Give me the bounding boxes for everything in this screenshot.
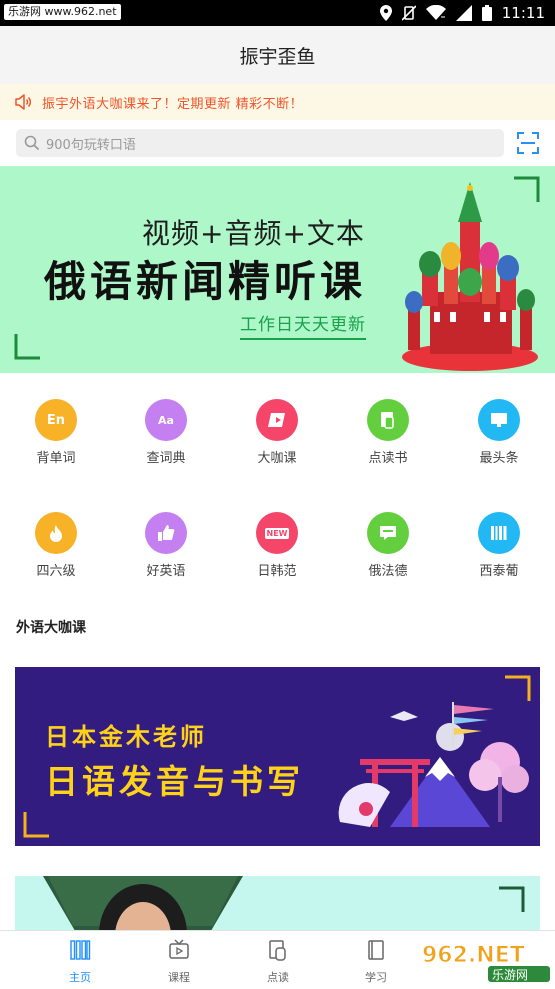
- banner2-subtitle: 日本金木老师: [45, 723, 207, 751]
- read-icon: [269, 940, 286, 961]
- grid-label: 好英语: [146, 564, 186, 579]
- corner-bracket-bl: [14, 334, 40, 360]
- video-course-icon: [256, 399, 298, 441]
- watermark-top-left: 乐游网 www.962.net: [4, 4, 121, 20]
- banner-japanese-course[interactable]: 日本金木老师 日语发音与书写: [15, 667, 540, 846]
- new-badge-text: NEW: [264, 527, 290, 539]
- nav-item-read[interactable]: 点读: [248, 939, 308, 985]
- notice-text: 振宇外语大咖课来了！定期更新 精彩不断！: [42, 96, 304, 112]
- svg-text:乐游网: 乐游网: [492, 968, 528, 982]
- grid-item-spanish-thai-portuguese[interactable]: 西泰葡: [459, 512, 539, 588]
- wifi-icon: [425, 5, 446, 20]
- watermark-logo: 962.NET 乐游网: [422, 943, 550, 982]
- vibrate-off-icon: [401, 5, 416, 21]
- corner-bracket-tr: [499, 886, 525, 912]
- thumbs-up-icon: [145, 512, 187, 554]
- banner1-subtitle: 视频+音频+文本: [142, 217, 365, 250]
- status-time: 11:11: [501, 4, 545, 22]
- dictionary-icon: Aa: [145, 399, 187, 441]
- grid-label: 大咖课: [257, 451, 297, 466]
- grid-item-cet[interactable]: 四六级: [16, 512, 96, 588]
- section-title: 外语大咖课: [16, 620, 86, 636]
- nav-label-study: 学习: [365, 971, 387, 984]
- search-input[interactable]: 900句玩转口语: [16, 129, 504, 157]
- scan-icon[interactable]: [517, 132, 539, 154]
- nav-item-study[interactable]: 学习: [346, 939, 406, 985]
- en-icon: En: [35, 399, 77, 441]
- grid-label: 点读书: [368, 451, 408, 466]
- grid-item-japan-korea[interactable]: NEW 日韩范: [237, 512, 317, 588]
- nav-item-course[interactable]: 课程: [149, 939, 209, 985]
- grid-item-headlines[interactable]: 最头条: [459, 399, 539, 475]
- book-icon: [367, 399, 409, 441]
- banner-russian-news[interactable]: 视频+音频+文本 俄语新闻精听课 工作日天天更新: [0, 166, 555, 373]
- grid-label: 西泰葡: [479, 564, 519, 579]
- grid-item-read-book[interactable]: 点读书: [348, 399, 428, 475]
- grid-label: 背单词: [36, 451, 76, 466]
- status-icons: 11:11: [379, 3, 545, 23]
- japan-illustration: [338, 702, 529, 827]
- nav-label-read: 点读: [267, 971, 289, 984]
- watermark-bottom-right: 962.NET 乐游网: [418, 940, 552, 984]
- grid-item-russian-french-german[interactable]: 俄法德: [348, 512, 428, 588]
- nav-label-course: 课程: [168, 971, 190, 984]
- grid-label: 查词典: [146, 451, 186, 466]
- status-bar: 乐游网 www.962.net 11:11: [0, 0, 555, 26]
- kremlin-illustration: [402, 182, 538, 371]
- signal-icon: [455, 5, 472, 21]
- grid-label: 四六级: [36, 564, 76, 579]
- grid-label: 俄法德: [368, 564, 408, 579]
- teacher-photo: [43, 876, 243, 936]
- grid-item-vocabulary[interactable]: En 背单词: [16, 399, 96, 475]
- fire-icon: [35, 512, 77, 554]
- corner-bracket-bl: [23, 812, 49, 838]
- grid-item-good-english[interactable]: 好英语: [126, 512, 206, 588]
- app-header: 振宇歪鱼: [0, 26, 555, 84]
- new-badge-icon: NEW: [256, 512, 298, 554]
- barcode-icon: [478, 512, 520, 554]
- location-icon: [379, 5, 392, 21]
- banner1-tagline: 工作日天天更新: [240, 310, 366, 340]
- speaker-icon: [14, 91, 36, 113]
- banner-course-preview[interactable]: [15, 876, 540, 936]
- tv-icon: [169, 939, 189, 959]
- monitor-icon: [478, 399, 520, 441]
- notice-bar[interactable]: 振宇外语大咖课来了！定期更新 精彩不断！: [0, 84, 555, 120]
- grid-label: 日韩范: [257, 564, 297, 579]
- svg-text:962.NET: 962.NET: [422, 943, 525, 968]
- battery-icon: [481, 5, 492, 21]
- page-title: 振宇歪鱼: [239, 45, 316, 68]
- nav-label-home: 主页: [69, 971, 91, 984]
- grid-item-dictionary[interactable]: Aa 查词典: [126, 399, 206, 475]
- search-placeholder: 900句玩转口语: [46, 137, 136, 153]
- banner1-title: 俄语新闻精听课: [44, 257, 367, 306]
- nav-item-home[interactable]: 主页: [50, 939, 110, 985]
- grid-label: 最头条: [479, 451, 519, 466]
- search-icon: [24, 135, 40, 151]
- home-icon: [70, 940, 91, 960]
- grid-item-expert-course[interactable]: 大咖课: [237, 399, 317, 475]
- chat-icon: [367, 512, 409, 554]
- study-icon: [368, 940, 384, 960]
- banner2-title: 日语发音与书写: [45, 762, 304, 801]
